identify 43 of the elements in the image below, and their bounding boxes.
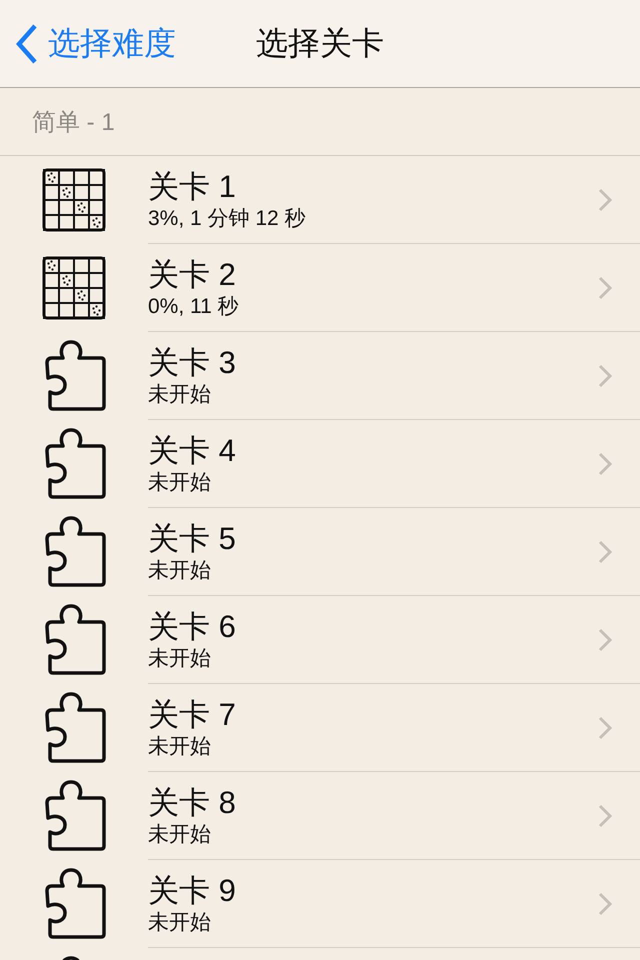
level-row[interactable]: 关卡 5 未开始 xyxy=(0,508,640,596)
level-row[interactable]: 关卡 1 3%, 1 分钟 12 秒 xyxy=(0,156,640,244)
level-row[interactable]: 关卡 8 未开始 xyxy=(0,772,640,860)
chevron-icon xyxy=(598,540,612,564)
level-status: 未开始 xyxy=(148,382,212,408)
level-title: 关卡 1 xyxy=(148,168,237,206)
level-status: 3%, 1 分钟 12 秒 xyxy=(148,206,307,232)
level-row[interactable]: 关卡 3 未开始 xyxy=(0,332,640,420)
level-row[interactable]: 关卡 4 未开始 xyxy=(0,420,640,508)
level-title: 关卡 4 xyxy=(148,432,237,470)
back-label[interactable]: 选择难度 xyxy=(48,22,176,66)
level-title: 关卡 2 xyxy=(148,256,237,294)
level-status: 未开始 xyxy=(148,646,212,672)
section-header: 简单 - 1 xyxy=(32,108,115,138)
level-title: 关卡 5 xyxy=(148,520,237,558)
chevron-icon xyxy=(598,452,612,476)
back-chevron-icon xyxy=(16,24,38,64)
level-status: 未开始 xyxy=(148,734,212,760)
chevron-icon xyxy=(598,628,612,652)
level-status: 未开始 xyxy=(148,910,212,936)
sudoku-grid-icon xyxy=(42,256,106,320)
chevron-icon xyxy=(598,188,612,212)
level-status: 未开始 xyxy=(148,558,212,584)
chevron-icon xyxy=(598,892,612,916)
sudoku-grid-icon xyxy=(42,168,106,232)
level-row[interactable]: 关卡 7 未开始 xyxy=(0,684,640,772)
level-title: 关卡 9 xyxy=(148,872,237,910)
chevron-icon xyxy=(598,804,612,828)
level-row[interactable]: 关卡 9 未开始 xyxy=(0,860,640,948)
page-title: 选择关卡 xyxy=(256,24,384,63)
level-title: 关卡 8 xyxy=(148,784,237,822)
back-button[interactable]: 选择难度 xyxy=(0,22,176,66)
level-title: 关卡 3 xyxy=(148,344,237,382)
level-row[interactable]: 关卡 6 未开始 xyxy=(0,596,640,684)
chevron-icon xyxy=(598,276,612,300)
level-title: 关卡 6 xyxy=(148,608,237,646)
chevron-icon xyxy=(598,716,612,740)
level-status: 未开始 xyxy=(148,822,212,848)
level-row[interactable]: 关卡 2 0%, 11 秒 xyxy=(0,244,640,332)
level-status: 0%, 11 秒 xyxy=(148,294,240,320)
chevron-icon xyxy=(598,364,612,388)
level-status: 未开始 xyxy=(148,470,212,496)
level-title: 关卡 7 xyxy=(148,696,237,734)
